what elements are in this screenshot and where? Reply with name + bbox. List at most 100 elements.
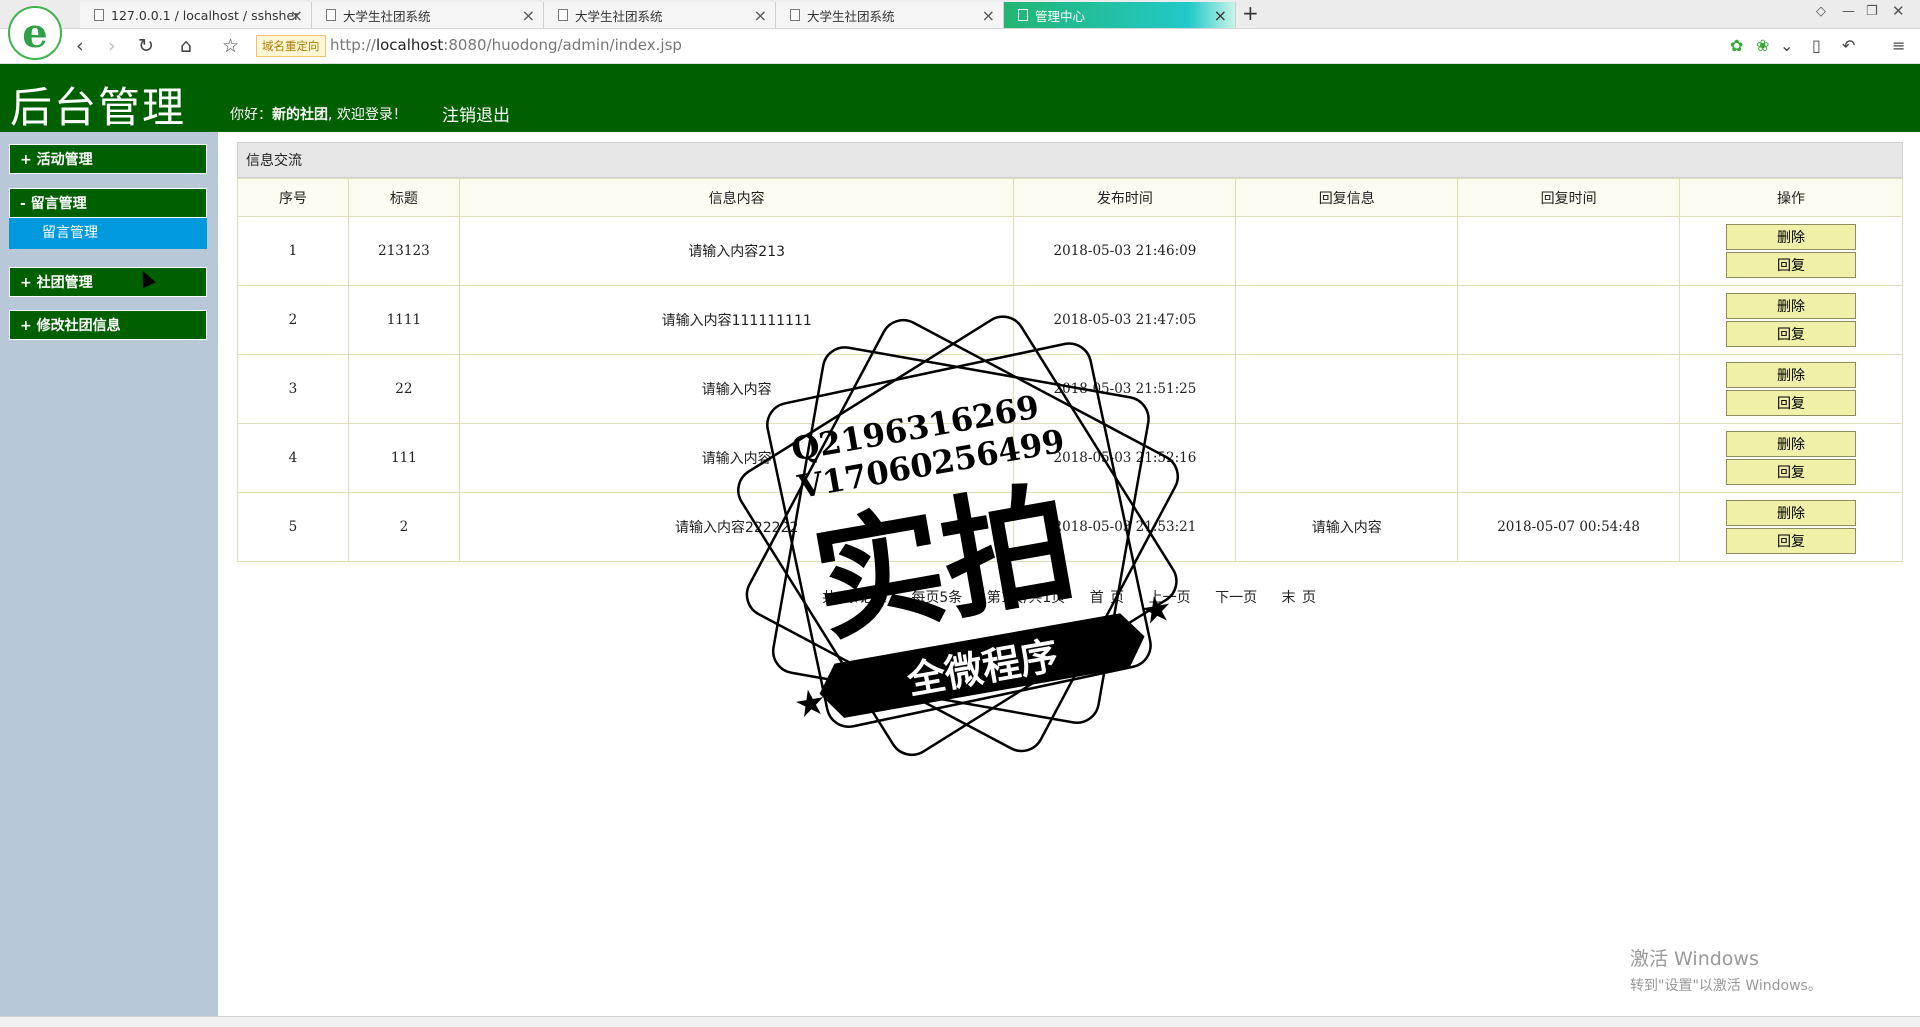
cell-reply-time bbox=[1457, 216, 1681, 286]
document-icon bbox=[558, 9, 568, 21]
watermark-banner: 全微程序 bbox=[903, 633, 1061, 703]
cell-title: 22 bbox=[347, 354, 460, 424]
document-icon bbox=[1018, 9, 1028, 21]
cell-time: 2018-05-03 21:52:16 bbox=[1013, 423, 1237, 493]
reply-button[interactable]: 回复 bbox=[1726, 528, 1857, 554]
document-icon bbox=[326, 9, 336, 21]
sidebar-item-edit-club[interactable]: + 修改社团信息 bbox=[9, 310, 207, 340]
pager-prev[interactable]: 上一页 bbox=[1149, 590, 1191, 606]
cell-time: 2018-05-03 21:46:09 bbox=[1013, 216, 1237, 286]
extension-icon[interactable]: ❀ bbox=[1756, 36, 1769, 55]
cell-time: 2018-05-03 21:51:25 bbox=[1013, 354, 1237, 424]
reply-button[interactable]: 回复 bbox=[1726, 459, 1857, 485]
close-tab-icon[interactable]: × bbox=[982, 6, 995, 25]
undo-icon[interactable]: ↶ bbox=[1842, 36, 1855, 55]
bookmark-icon[interactable]: ▯ bbox=[1812, 36, 1821, 55]
browser-status-bar bbox=[0, 1016, 1920, 1027]
browser-tab-1[interactable]: 127.0.0.1 / localhost / sshsher × bbox=[80, 2, 312, 28]
home-icon[interactable]: ⌂ bbox=[180, 35, 192, 57]
delete-button[interactable]: 删除 bbox=[1726, 431, 1857, 457]
tab-label: 大学生社团系统 bbox=[807, 8, 895, 24]
table-row: 4 111 请输入内容 2018-05-03 21:52:16 删除 回复 bbox=[237, 423, 1903, 493]
column-header: 标题 bbox=[347, 178, 460, 217]
speed-icon[interactable]: ✿ bbox=[1730, 36, 1743, 55]
cell-reply-time bbox=[1457, 423, 1681, 493]
browser-tab-4[interactable]: 大学生社团系统 × bbox=[776, 2, 1004, 28]
browser-tab-bar: 127.0.0.1 / localhost / sshsher × 大学生社团系… bbox=[0, 0, 1920, 29]
sidebar-item-clubs[interactable]: + 社团管理 bbox=[9, 267, 207, 297]
delete-button[interactable]: 删除 bbox=[1726, 500, 1857, 526]
close-tab-icon[interactable]: × bbox=[1214, 6, 1227, 25]
browser-tab-2[interactable]: 大学生社团系统 × bbox=[312, 2, 544, 28]
message-panel: 信息交流 序号 标题 信息内容 发布时间 回复信息 回复时间 操作 1 2131… bbox=[237, 142, 1903, 562]
cell-no: 4 bbox=[237, 423, 349, 493]
admin-header: 后台管理 你好：新的社团, 欢迎登录！ 注销退出 bbox=[0, 64, 1920, 132]
column-header: 回复信息 bbox=[1235, 178, 1459, 217]
skin-icon[interactable]: ◇ bbox=[1816, 4, 1826, 19]
pager-page: 第1页/共1页 bbox=[986, 590, 1066, 606]
cell-reply bbox=[1235, 354, 1459, 424]
reply-button[interactable]: 回复 bbox=[1726, 252, 1857, 278]
delete-button[interactable]: 删除 bbox=[1726, 362, 1857, 388]
tab-label: 管理中心 bbox=[1035, 8, 1086, 24]
forward-icon[interactable]: › bbox=[108, 35, 116, 57]
table-row: 5 2 请输入内容222222 2018-05-03 21:53:21 请输入内… bbox=[237, 492, 1903, 562]
tab-label: 大学生社团系统 bbox=[343, 8, 431, 24]
cell-content: 请输入内容222222 bbox=[458, 492, 1015, 562]
cell-no: 5 bbox=[237, 492, 349, 562]
table-header-row: 序号 标题 信息内容 发布时间 回复信息 回复时间 操作 bbox=[237, 178, 1903, 217]
close-tab-icon[interactable]: × bbox=[754, 6, 767, 25]
cell-reply bbox=[1235, 423, 1459, 493]
reply-button[interactable]: 回复 bbox=[1726, 321, 1857, 347]
table-row: 3 22 请输入内容 2018-05-03 21:51:25 删除 回复 bbox=[237, 354, 1903, 424]
pager-total: 共5条记录 bbox=[822, 590, 887, 606]
redirect-badge: 域名重定向 bbox=[256, 35, 326, 57]
menu-icon[interactable]: ≡ bbox=[1892, 36, 1905, 55]
cell-reply-time bbox=[1457, 354, 1681, 424]
welcome-text: 你好：新的社团, 欢迎登录！ bbox=[230, 104, 407, 124]
restore-icon[interactable]: ❐ bbox=[1866, 4, 1878, 19]
cell-title: 213123 bbox=[347, 216, 460, 286]
chevron-down-icon[interactable]: ⌄ bbox=[1780, 36, 1793, 55]
tab-label: 大学生社团系统 bbox=[575, 8, 663, 24]
browser-tab-3[interactable]: 大学生社团系统 × bbox=[544, 2, 776, 28]
message-table: 序号 标题 信息内容 发布时间 回复信息 回复时间 操作 1 213123 请输… bbox=[237, 178, 1903, 562]
browser-tab-active[interactable]: 管理中心 × bbox=[1004, 2, 1236, 28]
pager-first[interactable]: 首 页 bbox=[1090, 590, 1124, 606]
banner-shape bbox=[819, 613, 1145, 718]
column-header: 信息内容 bbox=[458, 178, 1015, 217]
cell-title: 2 bbox=[347, 492, 460, 562]
url-host: localhost bbox=[375, 36, 444, 54]
close-tab-icon[interactable]: × bbox=[290, 6, 303, 25]
reply-button[interactable]: 回复 bbox=[1726, 390, 1857, 416]
address-bar[interactable]: http://localhost:8080/huodong/admin/inde… bbox=[330, 36, 682, 54]
table-row: 2 1111 请输入内容111111111 2018-05-03 21:47:0… bbox=[237, 285, 1903, 355]
close-tab-icon[interactable]: × bbox=[522, 6, 535, 25]
windows-activation-notice: 激活 Windows 转到"设置"以激活 Windows。 bbox=[1630, 944, 1822, 995]
pager-last[interactable]: 末 页 bbox=[1282, 590, 1316, 606]
document-icon bbox=[790, 9, 800, 21]
cell-actions: 删除 回复 bbox=[1679, 423, 1903, 493]
cell-reply-time: 2018-05-07 00:54:48 bbox=[1457, 492, 1681, 562]
back-icon[interactable]: ‹ bbox=[76, 35, 84, 57]
panel-title: 信息交流 bbox=[237, 142, 1903, 178]
new-tab-button[interactable]: + bbox=[1242, 1, 1259, 25]
cell-time: 2018-05-03 21:47:05 bbox=[1013, 285, 1237, 355]
minimize-icon[interactable]: — bbox=[1842, 4, 1855, 19]
url-prefix: http:// bbox=[330, 36, 376, 54]
greet-suffix: , 欢迎登录！ bbox=[328, 107, 407, 123]
sidebar-item-messages[interactable]: - 留言管理 bbox=[9, 188, 207, 218]
logout-link[interactable]: 注销退出 bbox=[442, 101, 510, 126]
delete-button[interactable]: 删除 bbox=[1726, 224, 1857, 250]
reload-icon[interactable]: ↻ bbox=[138, 35, 154, 57]
cell-actions: 删除 回复 bbox=[1679, 492, 1903, 562]
sidebar-subitem-messages[interactable]: 留言管理 bbox=[9, 218, 207, 249]
cell-actions: 删除 回复 bbox=[1679, 285, 1903, 355]
favorite-star-icon[interactable]: ☆ bbox=[222, 35, 239, 57]
pager-next[interactable]: 下一页 bbox=[1215, 590, 1257, 606]
sidebar-item-activity[interactable]: + 活动管理 bbox=[9, 144, 207, 174]
cell-content: 请输入内容 bbox=[458, 423, 1015, 493]
close-window-icon[interactable]: ✕ bbox=[1892, 2, 1905, 20]
delete-button[interactable]: 删除 bbox=[1726, 293, 1857, 319]
browser-logo[interactable]: e bbox=[8, 6, 62, 60]
